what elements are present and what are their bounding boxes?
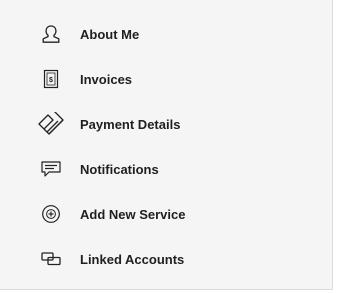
- linked-accounts-icon: [36, 244, 66, 274]
- plus-circle-icon: [36, 199, 66, 229]
- menu-item-label: Notifications: [80, 161, 159, 177]
- cards-icon: [36, 109, 66, 139]
- menu-item-add-new-service[interactable]: Add New Service: [0, 192, 332, 236]
- menu-item-label: Invoices: [80, 71, 133, 87]
- menu-item-label: Add New Service: [80, 206, 186, 222]
- menu-item-label: Linked Accounts: [80, 251, 185, 267]
- menu-item-linked-accounts[interactable]: Linked Accounts: [0, 237, 332, 281]
- chat-bubble-icon: [36, 154, 66, 184]
- menu-item-notifications[interactable]: Notifications: [0, 147, 332, 191]
- user-icon: [36, 19, 66, 49]
- menu-item-payment-details[interactable]: Payment Details: [0, 102, 332, 146]
- invoice-icon: $: [36, 64, 66, 94]
- account-menu-panel: About Me $ Invoices Payment Details Noti…: [0, 0, 333, 290]
- menu-item-label: About Me: [80, 26, 140, 42]
- menu-item-about-me[interactable]: About Me: [0, 12, 332, 56]
- svg-text:$: $: [49, 77, 53, 84]
- menu-item-invoices[interactable]: $ Invoices: [0, 57, 332, 101]
- menu-item-label: Payment Details: [80, 116, 181, 132]
